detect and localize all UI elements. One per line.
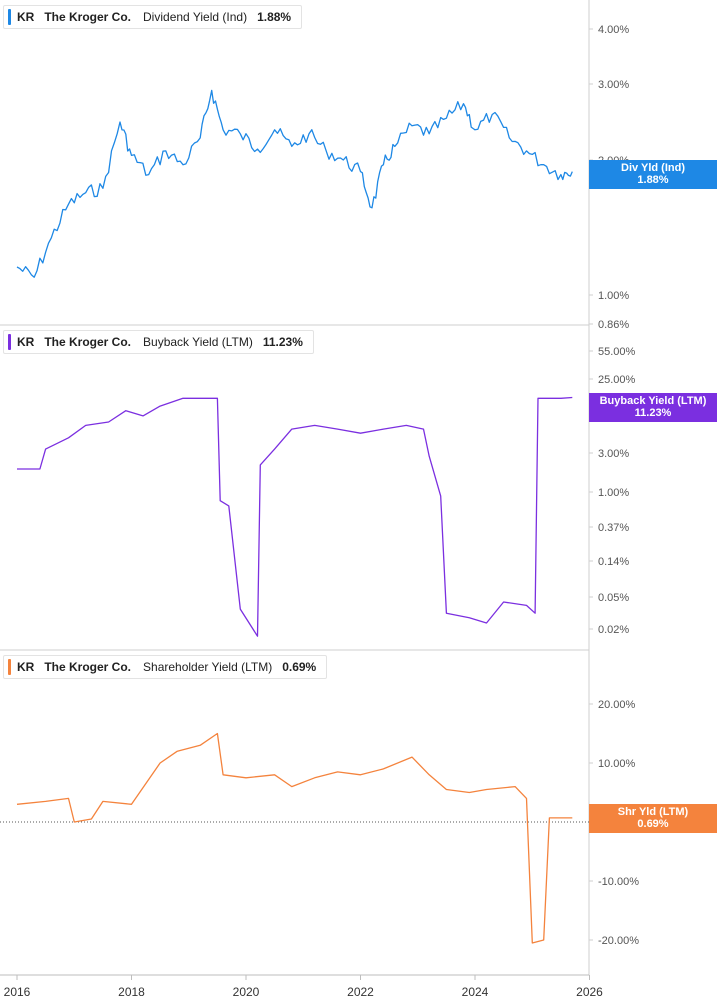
y-tick-label: 3.00% [598, 79, 629, 91]
panel-header-shareholder: KR The Kroger Co. Shareholder Yield (LTM… [3, 655, 328, 679]
y-tick-label: 0.02% [598, 624, 629, 636]
y-tick-label: 20.00% [598, 699, 636, 711]
metric-name: Shareholder Yield (LTM) [143, 660, 273, 674]
metric-name: Dividend Yield (Ind) [143, 10, 248, 24]
value-flag-buyback: Buyback Yield (LTM) 11.23% [589, 393, 717, 422]
flag-label: Buyback Yield (LTM) [599, 395, 707, 407]
y-tick-label: 10.00% [598, 758, 636, 770]
x-tick-label: 2018 [118, 985, 145, 999]
y-tick-label: 1.00% [598, 487, 629, 499]
y-tick-label: -20.00% [598, 935, 639, 947]
y-tick-label: -10.00% [598, 876, 639, 888]
series-color-swatch [8, 9, 11, 25]
metric-value: 11.23% [262, 335, 303, 349]
y-tick-label: 4.00% [598, 24, 629, 36]
value-flag-dividend: Div Yld (Ind) 1.88% [589, 160, 717, 189]
flag-label: Shr Yld (LTM) [617, 806, 689, 818]
company-name: The Kroger Co. [44, 660, 132, 674]
series-color-swatch [8, 334, 11, 350]
y-tick-label: 0.14% [598, 556, 629, 568]
y-tick-label: 3.00% [598, 448, 629, 460]
ticker-label: KR [17, 10, 35, 24]
chart-canvas: 4.00%3.00%2.00%1.00%0.86%55.00%25.00%3.0… [0, 0, 639, 999]
panel-header-buyback: KR The Kroger Co. Buyback Yield (LTM) 11… [3, 330, 314, 354]
ticker-label: KR [17, 660, 35, 674]
series-line [16, 89, 573, 278]
ticker-label: KR [17, 335, 35, 349]
series-line [16, 732, 573, 944]
company-name: The Kroger Co. [44, 335, 132, 349]
flag-value: 11.23% [634, 407, 672, 419]
x-tick-label: 2020 [233, 985, 260, 999]
value-flag-shareholder: Shr Yld (LTM) 0.69% [589, 804, 717, 833]
flag-label: Div Yld (Ind) [621, 162, 685, 174]
series-line [17, 396, 573, 637]
x-tick-label: 2016 [4, 985, 31, 999]
y-tick-label: 25.00% [598, 374, 636, 386]
panel-header-dividend: KR The Kroger Co. Dividend Yield (Ind) 1… [3, 5, 303, 29]
y-tick-label: 0.86% [598, 319, 629, 331]
y-tick-label: 55.00% [598, 346, 636, 358]
metric-value: 0.69% [282, 660, 317, 674]
metric-value: 1.88% [257, 10, 292, 24]
series-color-swatch [8, 659, 11, 675]
flag-value: 1.88% [637, 174, 669, 186]
y-tick-label: 0.37% [598, 522, 629, 534]
company-name: The Kroger Co. [44, 10, 132, 24]
x-tick-label: 2024 [462, 985, 489, 999]
y-tick-label: 1.00% [598, 290, 629, 302]
flag-value: 0.69% [637, 818, 669, 830]
metric-name: Buyback Yield (LTM) [143, 335, 253, 349]
y-tick-label: 0.05% [598, 592, 629, 604]
x-tick-label: 2026 [576, 985, 603, 999]
x-tick-label: 2022 [347, 985, 374, 999]
